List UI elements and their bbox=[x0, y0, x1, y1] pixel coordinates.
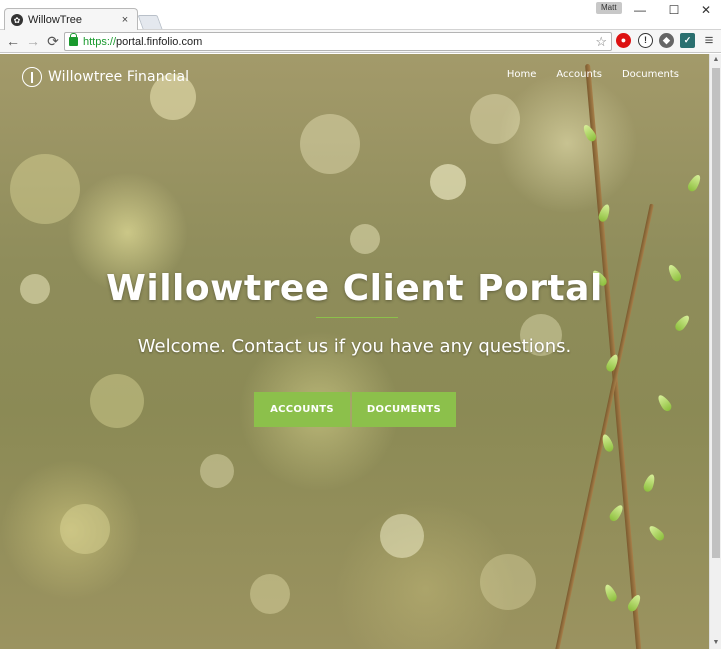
scroll-down-icon[interactable]: ▼ bbox=[710, 637, 721, 649]
ublock-extension-icon[interactable]: ● bbox=[616, 33, 631, 48]
puzzle-extension-icon[interactable]: ◆ bbox=[659, 33, 674, 48]
tab-title: WillowTree bbox=[28, 14, 82, 26]
nav-link-accounts[interactable]: Accounts bbox=[556, 69, 602, 80]
scroll-thumb[interactable] bbox=[712, 68, 720, 558]
reload-icon[interactable]: ⟳ bbox=[44, 32, 62, 50]
site-brand[interactable]: Willowtree Financial bbox=[22, 67, 189, 87]
browser-titlebar: ✿ WillowTree × Matt — ☐ ✕ bbox=[0, 0, 721, 31]
brand-name: Willowtree Financial bbox=[48, 69, 190, 85]
nav-link-home[interactable]: Home bbox=[507, 69, 537, 80]
maximize-icon[interactable]: ☐ bbox=[657, 0, 691, 20]
checkmark-extension-icon[interactable]: ✓ bbox=[680, 33, 695, 48]
menu-icon[interactable]: ≡ bbox=[700, 32, 718, 50]
close-tab-icon[interactable]: × bbox=[119, 14, 131, 26]
profile-badge[interactable]: Matt bbox=[596, 2, 622, 14]
bookmark-star-icon[interactable]: ☆ bbox=[595, 33, 607, 50]
lock-icon bbox=[69, 33, 78, 46]
documents-button[interactable]: DOCUMENTS bbox=[352, 392, 456, 427]
page-scrollbar[interactable]: ▲ ▼ bbox=[709, 54, 721, 649]
site-nav: Home Accounts Documents bbox=[507, 69, 679, 80]
info-extension-icon[interactable]: ! bbox=[638, 33, 653, 48]
nav-link-documents[interactable]: Documents bbox=[622, 69, 679, 80]
browser-toolbar: ← → ⟳ https:// portal.finfolio.com ☆ ● !… bbox=[0, 30, 721, 53]
tree-logo-icon bbox=[22, 67, 42, 87]
back-icon[interactable]: ← bbox=[4, 32, 22, 50]
address-bar[interactable]: https:// portal.finfolio.com ☆ bbox=[64, 32, 612, 51]
close-window-icon[interactable]: ✕ bbox=[689, 0, 721, 20]
forward-icon[interactable]: → bbox=[24, 32, 42, 50]
hero-divider bbox=[316, 317, 398, 318]
page-viewport: Willowtree Financial Home Accounts Docum… bbox=[0, 54, 709, 649]
hero-subtitle: Welcome. Contact us if you have any ques… bbox=[137, 336, 572, 357]
site-favicon-icon: ✿ bbox=[11, 14, 23, 26]
new-tab-button[interactable] bbox=[137, 15, 163, 29]
url-host: portal.finfolio.com bbox=[116, 35, 203, 48]
url-scheme: https:// bbox=[83, 35, 117, 48]
accounts-button[interactable]: ACCOUNTS bbox=[254, 392, 350, 427]
scroll-up-icon[interactable]: ▲ bbox=[710, 54, 721, 66]
browser-tab[interactable]: ✿ WillowTree × bbox=[4, 8, 138, 31]
minimize-icon[interactable]: — bbox=[623, 0, 657, 20]
hero-title: Willowtree Client Portal bbox=[106, 268, 603, 309]
